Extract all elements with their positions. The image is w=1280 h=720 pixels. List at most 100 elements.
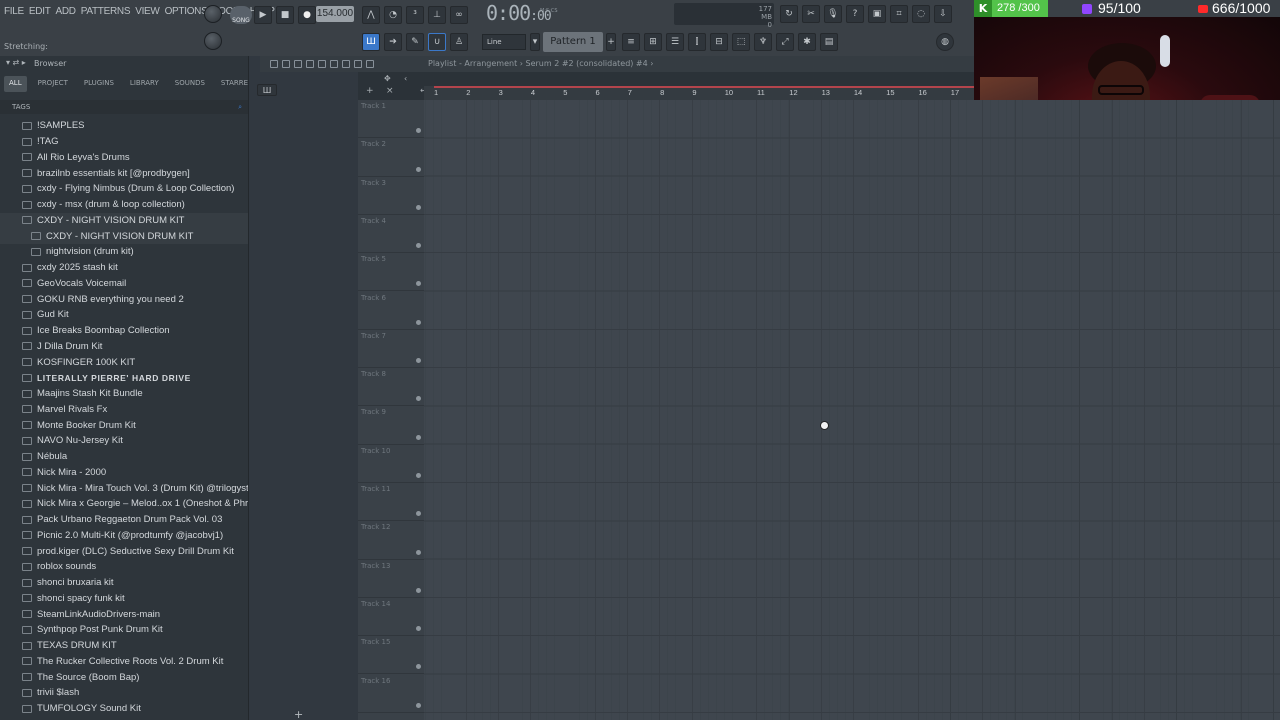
master-volume-knob[interactable] [204, 5, 222, 23]
browser-folder-item[interactable]: Ice Breaks Boombap Collection [0, 323, 248, 339]
slip-tool-icon[interactable] [318, 60, 326, 68]
reset-icon[interactable]: ↻ [780, 5, 798, 23]
plugin-icon[interactable]: ⌗ [890, 5, 908, 23]
track-header[interactable]: Track 16 [358, 675, 424, 713]
track-mute-led-icon[interactable] [416, 434, 421, 440]
stop-button[interactable]: ■ [276, 6, 294, 24]
search-icon[interactable]: ⌕ [238, 100, 242, 114]
master-pitch-knob[interactable] [204, 32, 222, 50]
browser-folder-item[interactable]: Synthpop Post Punk Drum Kit [0, 622, 248, 638]
channel-rack-mini-icon[interactable]: Ш [257, 84, 277, 96]
browser-folder-item[interactable]: trivii $lash [0, 685, 248, 701]
track-header[interactable]: Track 6 [358, 292, 424, 330]
browser-folder-item[interactable]: !TAG [0, 134, 248, 150]
browser-collapse-icon[interactable]: ▾ ⇄ ▸ [6, 58, 26, 67]
browser-folder-item[interactable]: SteamLinkAudioDrivers-main [0, 606, 248, 622]
playlist-grid[interactable] [424, 100, 1280, 720]
track-header[interactable]: Track 2 [358, 138, 424, 177]
browser-folder-item[interactable]: nightvision (drum kit) [0, 244, 248, 260]
track-header[interactable]: Track 8 [358, 368, 424, 407]
metronome-icon[interactable]: ⋀ [362, 6, 380, 24]
browser-folder-item[interactable]: Nick Mira x Georgie – Melod..ox 1 (Onesh… [0, 496, 248, 512]
browser-folder-item[interactable]: prod.kiger (DLC) Seductive Sexy Drill Dr… [0, 543, 248, 559]
countdown-icon[interactable]: ³ [406, 6, 424, 24]
browser-folder-item[interactable]: TEXAS DRUM KIT [0, 638, 248, 654]
browser-folder-item[interactable]: brazilnb essentials kit [@prodbygen] [0, 165, 248, 181]
chat-icon[interactable]: ◌ [912, 5, 930, 23]
slice-tool-icon[interactable] [330, 60, 338, 68]
browser-folder-item[interactable]: shonci bruxaria kit [0, 575, 248, 591]
browser-folder-item[interactable]: CXDY - NIGHT VISION DRUM KIT [0, 228, 248, 244]
wait-input-icon[interactable]: ◔ [384, 6, 402, 24]
browser-folder-item[interactable]: cxdy 2025 stash kit [0, 260, 248, 276]
browser-folder-item[interactable]: Maajins Stash Kit Bundle [0, 386, 248, 402]
browser-folder-item[interactable]: The Source (Boom Bap) [0, 669, 248, 685]
browser-folder-item[interactable]: GeoVocals Voicemail [0, 276, 248, 292]
snap-selector[interactable]: Line [482, 34, 526, 50]
track-header[interactable]: Track 14 [358, 598, 424, 637]
track-mute-led-icon[interactable] [416, 128, 421, 134]
channel-rack-icon[interactable]: ☰ [666, 33, 684, 51]
globe-icon[interactable]: ◍ [936, 33, 954, 51]
track-mute-led-icon[interactable] [416, 243, 421, 249]
track-mute-led-icon[interactable] [416, 396, 421, 402]
playlist-view-icon[interactable]: Ш [362, 33, 380, 51]
track-header[interactable]: Track 5 [358, 253, 424, 292]
browser-folder-item[interactable]: CXDY - NIGHT VISION DRUM KIT [0, 212, 248, 229]
track-mute-led-icon[interactable] [416, 472, 421, 478]
browser-folder-item[interactable]: Pack Urbano Reggaeton Drum Pack Vol. 03 [0, 512, 248, 528]
play-button[interactable]: ▶ [254, 6, 272, 24]
browser-folder-item[interactable]: KOSFINGER 100K KIT [0, 354, 248, 370]
track-header[interactable]: Track 12 [358, 521, 424, 560]
menu-edit[interactable]: EDIT [29, 6, 51, 22]
browser-tab-all[interactable]: ALL [4, 76, 27, 92]
menu-options[interactable]: OPTIONS [165, 6, 208, 22]
mic-icon[interactable]: 🎙 [824, 5, 842, 23]
piano-roll-icon[interactable]: ⫿ [688, 33, 706, 51]
help-icon[interactable]: ? [846, 5, 864, 23]
browser-folder-item[interactable]: Nick Mira - 2000 [0, 465, 248, 481]
add-channel-button[interactable]: + [294, 708, 303, 720]
track-header[interactable]: Track 13 [358, 560, 424, 598]
playback-tool-icon[interactable] [366, 60, 374, 68]
tags-row[interactable]: TAGS ⌕ [0, 100, 248, 114]
cut-icon[interactable]: ✂ [802, 5, 820, 23]
track-mute-led-icon[interactable] [416, 319, 421, 325]
mute-tool-icon[interactable] [306, 60, 314, 68]
menu-file[interactable]: FILE [4, 6, 24, 22]
magnet-icon[interactable]: ∪ [428, 33, 446, 51]
tuner-icon[interactable]: ♆ [754, 33, 772, 51]
step-edit-icon[interactable]: ⊥ [428, 6, 446, 24]
browser-folder-item[interactable]: cxdy - Flying Nimbus (Drum & Loop Collec… [0, 181, 248, 197]
tools-icon[interactable]: ✱ [798, 33, 816, 51]
arrow-left-icon[interactable]: ‹ [404, 74, 407, 83]
track-mute-led-icon[interactable] [416, 204, 421, 210]
browser-tab-library[interactable]: LIBRARY [125, 76, 164, 92]
plugin-picker-icon[interactable]: ⬚ [732, 33, 750, 51]
browser-icon[interactable]: ⊟ [710, 33, 728, 51]
loop-record-icon[interactable]: ∞ [450, 6, 468, 24]
tempo-display[interactable]: 154.000 [316, 6, 354, 22]
track-header[interactable]: Track 4 [358, 215, 424, 254]
browser-folder-item[interactable]: roblox sounds [0, 559, 248, 575]
mixer-icon[interactable]: ⊞ [644, 33, 662, 51]
save-icon[interactable]: ▣ [868, 5, 886, 23]
timeline-ruler[interactable]: 1 2 3 4 5 6 7 8 9 10 11 12 13 14 15 16 17 [424, 86, 974, 100]
pencil-icon[interactable]: ✎ [406, 33, 424, 51]
browser-folder-item[interactable]: All Rio Leyva's Drums [0, 150, 248, 166]
browser-folder-item[interactable]: Picnic 2.0 Multi-Kit (@prodtumfy @jacobv… [0, 528, 248, 544]
browser-folder-item[interactable]: !SAMPLES [0, 118, 248, 134]
browser-folder-item[interactable]: Gud Kit [0, 307, 248, 323]
track-header[interactable]: Track 3 [358, 177, 424, 215]
browser-folder-item[interactable]: LITERALLY PIERRE' HARD DRIVE [0, 370, 248, 386]
browser-folder-item[interactable]: cxdy - msx (drum & loop collection) [0, 197, 248, 213]
track-mute-led-icon[interactable] [416, 549, 421, 555]
track-mute-led-icon[interactable] [416, 626, 421, 632]
track-header[interactable]: Track 10 [358, 445, 424, 483]
download-icon[interactable]: ⇩ [934, 5, 952, 23]
playlist-close-icon[interactable]: × [386, 86, 394, 96]
arrow-right-icon[interactable]: ➔ [384, 33, 402, 51]
browser-folder-item[interactable]: Monte Booker Drum Kit [0, 417, 248, 433]
menu-patterns[interactable]: PATTERNS [81, 6, 131, 22]
track-header[interactable]: Track 11 [358, 483, 424, 522]
